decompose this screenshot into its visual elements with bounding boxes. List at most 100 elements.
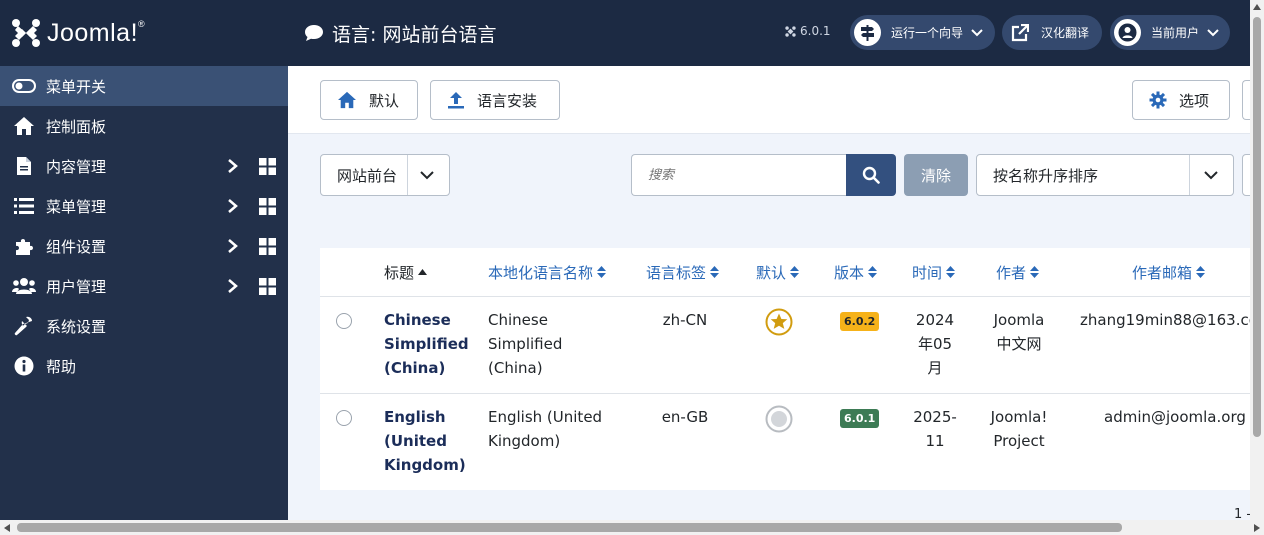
info-icon xyxy=(12,356,36,376)
puzzle-icon xyxy=(12,236,36,256)
page-title: 语言: 网站前台语言 xyxy=(304,20,496,47)
column-header-title[interactable]: 标题 xyxy=(384,248,428,296)
list-icon xyxy=(12,196,36,216)
select-divider xyxy=(1189,155,1190,195)
sidebar-menu: 菜单开关 控制面板 内容管理 菜单管理 组件设置 用户管理 系统设置 帮助 xyxy=(0,66,288,386)
scroll-up-icon[interactable] xyxy=(1253,4,1261,10)
dashboard-grid-icon[interactable] xyxy=(259,158,276,175)
column-header-version[interactable]: 版本 xyxy=(834,248,878,296)
vertical-scrollbar[interactable] xyxy=(1250,0,1264,520)
chevron-right-icon[interactable] xyxy=(226,278,240,294)
dashboard-grid-icon[interactable] xyxy=(259,198,276,215)
sort-icon xyxy=(790,266,800,278)
vertical-scroll-thumb[interactable] xyxy=(1253,17,1261,437)
sort-icon xyxy=(946,266,956,278)
row-author: Joomla! Project xyxy=(990,408,1048,450)
horizontal-scrollbar[interactable] xyxy=(0,520,1264,535)
sidebar-item-label: 组件设置 xyxy=(46,237,107,256)
column-header-email[interactable]: 作者邮箱 xyxy=(1132,248,1206,296)
toolbar: 默认 语言安装 选项 xyxy=(288,66,1262,134)
column-header-date[interactable]: 时间 xyxy=(912,248,956,296)
sidebar-item-label: 用户管理 xyxy=(46,277,107,296)
external-link-icon xyxy=(1006,19,1033,46)
row-select-radio[interactable] xyxy=(336,410,352,426)
search-icon xyxy=(862,166,880,184)
gear-icon xyxy=(1149,91,1167,109)
dashboard-grid-icon[interactable] xyxy=(259,238,276,255)
row-native-name: English (United Kingdom) xyxy=(488,408,603,450)
row-separator xyxy=(320,393,1250,394)
comment-icon xyxy=(305,25,323,41)
toggle-icon xyxy=(12,76,36,96)
dashboard-grid-icon[interactable] xyxy=(259,278,276,295)
version-badge: 6.0.1 xyxy=(840,409,880,428)
chevron-down-icon xyxy=(1207,28,1219,36)
translate-button[interactable]: 汉化翻译 xyxy=(1002,15,1102,50)
home-icon xyxy=(338,91,356,109)
options-button[interactable]: 选项 xyxy=(1132,80,1230,120)
chevron-down-icon xyxy=(1204,171,1218,180)
sidebar-item-system[interactable]: 系统设置 xyxy=(0,306,288,346)
row-tag: en-GB xyxy=(661,408,709,426)
sort-asc-icon xyxy=(418,269,428,275)
user-menu-button[interactable]: 当前用户 xyxy=(1110,15,1230,50)
run-wizard-button[interactable]: 运行一个向导 xyxy=(850,15,995,50)
clear-button[interactable]: 清除 xyxy=(904,154,968,196)
header: 语言: 网站前台语言 6.0.1 运行一个向导 汉化翻译 当前用户 xyxy=(288,0,1250,66)
version-label: 6.0.1 xyxy=(785,24,831,38)
row-email: admin@joomla.org xyxy=(1104,408,1246,426)
not-default-icon[interactable] xyxy=(765,405,793,433)
column-header-default[interactable]: 默认 xyxy=(756,248,800,296)
row-author: Joomla 中文网 xyxy=(993,311,1045,353)
sidebar-item-dashboard[interactable]: 控制面板 xyxy=(0,106,288,146)
sidebar-item-help[interactable]: 帮助 xyxy=(0,346,288,386)
row-date: 2024 年05 月 xyxy=(915,311,955,377)
sidebar-item-menus[interactable]: 菜单管理 xyxy=(0,186,288,226)
row-separator xyxy=(320,296,1250,297)
select-divider xyxy=(407,155,408,195)
chevron-down-icon xyxy=(971,28,983,36)
row-native-name: Chinese Simplified (China) xyxy=(488,311,563,377)
sidebar: Joomla!® 菜单开关 控制面板 内容管理 菜单管理 组件设置 用户管理 系… xyxy=(0,0,288,520)
row-select-radio[interactable] xyxy=(336,313,352,329)
sort-icon xyxy=(597,266,607,278)
sidebar-item-label: 内容管理 xyxy=(46,157,107,176)
sort-select[interactable]: 按名称升序排序 xyxy=(976,154,1234,196)
sort-icon xyxy=(1196,266,1206,278)
sidebar-item-users[interactable]: 用户管理 xyxy=(0,266,288,306)
search-input[interactable] xyxy=(631,154,847,196)
row-title[interactable]: English (United Kingdom) xyxy=(384,405,480,477)
column-header-tag[interactable]: 语言标签 xyxy=(646,248,720,296)
sidebar-item-label: 帮助 xyxy=(46,357,77,376)
column-header-author[interactable]: 作者 xyxy=(996,248,1040,296)
default-button[interactable]: 默认 xyxy=(320,80,418,120)
sort-icon xyxy=(868,266,878,278)
version-badge: 6.0.2 xyxy=(840,312,880,331)
sidebar-item-label: 菜单管理 xyxy=(46,197,107,216)
chevron-right-icon[interactable] xyxy=(226,238,240,254)
brand[interactable]: Joomla!® xyxy=(0,0,288,66)
file-icon xyxy=(12,156,36,176)
upload-icon xyxy=(448,92,464,109)
horizontal-scroll-thumb[interactable] xyxy=(17,523,1122,532)
default-star-icon[interactable] xyxy=(765,308,793,336)
wrench-icon xyxy=(12,316,36,336)
signpost-icon xyxy=(854,19,881,46)
sidebar-item-content[interactable]: 内容管理 xyxy=(0,146,288,186)
chevron-right-icon[interactable] xyxy=(226,158,240,174)
column-header-native-name[interactable]: 本地化语言名称 xyxy=(488,248,607,296)
install-language-button[interactable]: 语言安装 xyxy=(430,80,560,120)
scroll-left-icon[interactable] xyxy=(4,524,10,532)
joomla-logo-icon xyxy=(12,19,40,47)
page-title-text: 语言: 网站前台语言 xyxy=(332,23,497,46)
sidebar-item-label: 系统设置 xyxy=(46,317,107,336)
client-select[interactable]: 网站前台 xyxy=(320,154,450,196)
scroll-right-icon[interactable] xyxy=(1254,524,1260,532)
sort-icon xyxy=(1030,266,1040,278)
chevron-right-icon[interactable] xyxy=(226,198,240,214)
sidebar-item-menu-toggle[interactable]: 菜单开关 xyxy=(0,66,288,106)
sidebar-item-components[interactable]: 组件设置 xyxy=(0,226,288,266)
chevron-down-icon xyxy=(420,171,434,180)
search-button[interactable] xyxy=(846,154,896,196)
row-title[interactable]: Chinese Simplified (China) xyxy=(384,308,480,380)
